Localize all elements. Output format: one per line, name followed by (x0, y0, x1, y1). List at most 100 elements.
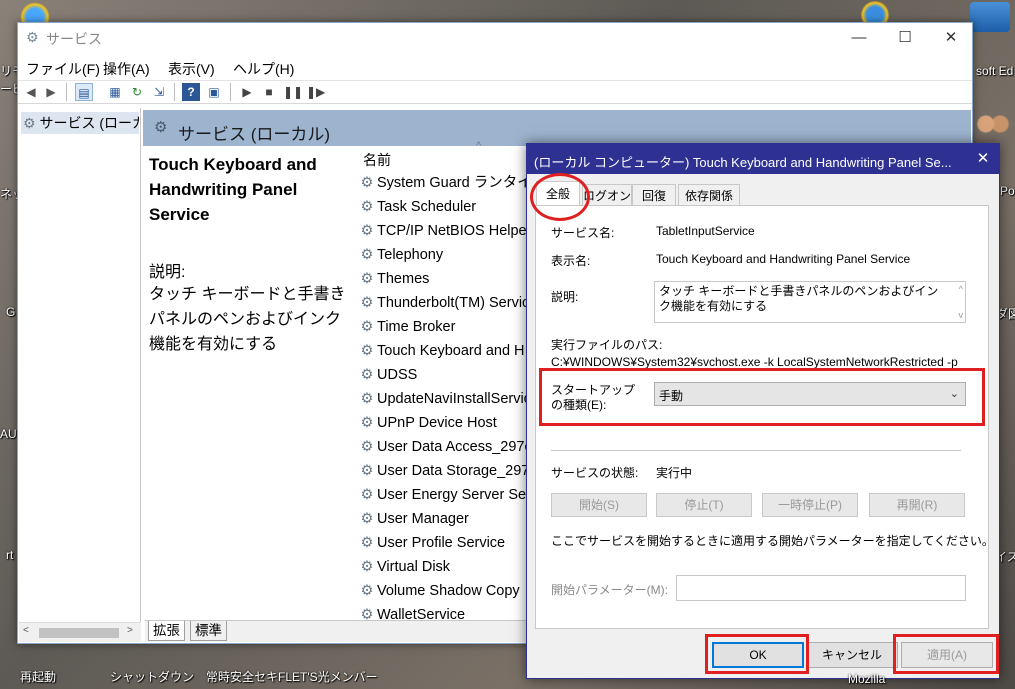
service-name: Virtual Disk (377, 559, 451, 575)
scroll-right-icon[interactable]: > (127, 625, 133, 636)
main-titlebar[interactable] (18, 23, 972, 53)
tab-standard[interactable]: 標準 (190, 621, 227, 641)
services-gear-icon: ⚙ (23, 115, 36, 131)
list-item[interactable]: ⚙ User Profile Service (359, 531, 527, 555)
pause-service-icon[interactable]: ❚❚ (283, 83, 303, 101)
console-tree-icon[interactable]: ▤ (75, 83, 93, 101)
tree-item-services-local[interactable]: ⚙ サービス (ローカル (21, 112, 139, 134)
service-gear-icon: ⚙ (360, 463, 374, 479)
service-gear-icon: ⚙ (360, 295, 374, 311)
forward-arrow-icon[interactable]: ▶ (42, 83, 60, 101)
service-name: System Guard ランタイム (377, 175, 527, 191)
tab-extended[interactable]: 拡張 (148, 621, 185, 641)
service-name: Themes (377, 271, 430, 287)
start-params-label: 開始パラメーター(M): (551, 583, 668, 597)
service-gear-icon: ⚙ (360, 415, 374, 431)
start-service-icon[interactable]: ▶ (238, 83, 256, 101)
sort-ascending-icon: ^ (476, 140, 482, 152)
annotation-rect-apply (893, 634, 999, 674)
service-name: User Data Storage_297c (377, 463, 527, 479)
resume-button[interactable]: 再開(R) (869, 493, 965, 517)
service-gear-icon: ⚙ (360, 367, 374, 383)
menu-view[interactable]: 表示(V) (168, 59, 215, 79)
list-item[interactable]: ⚙ Touch Keyboard and H (359, 339, 527, 363)
network-icon[interactable] (970, 2, 1010, 32)
taskbar-item-flets[interactable]: FLET'S光メンバー (278, 668, 378, 685)
tab-dependencies[interactable]: 依存関係 (678, 184, 740, 206)
list-item[interactable]: ⚙ Themes (359, 267, 527, 291)
desktop-label: rt (6, 548, 14, 562)
list-item[interactable]: ⚙ Time Broker (359, 315, 527, 339)
column-header-name[interactable]: 名前 (363, 150, 391, 170)
service-name: UPnP Device Host (377, 415, 497, 431)
list-item[interactable]: ⚙ User Energy Server Ser (359, 483, 528, 507)
taskbar-item-security[interactable]: 常時安全セキ (206, 668, 278, 685)
list-item[interactable]: ⚙ UpdateNaviInstallService (359, 387, 528, 411)
service-name: Touch Keyboard and H (377, 343, 525, 359)
properties-icon[interactable]: ▦ (106, 83, 124, 101)
refresh-icon[interactable]: ↻ (128, 83, 146, 101)
list-item[interactable]: ⚙ Task Scheduler (359, 195, 527, 219)
taskbar-item-restart[interactable]: 再起動 (20, 668, 56, 685)
close-button[interactable]: ✕ (928, 23, 974, 53)
list-item[interactable]: ⚙ Telephony (359, 243, 527, 267)
taskbar-item-mozilla[interactable]: Mozilla (848, 672, 885, 686)
window-title: サービス (46, 31, 102, 47)
list-item[interactable]: ⚙ Thunderbolt(TM) Service (359, 291, 528, 315)
list-item[interactable]: ⚙ User Manager (359, 507, 527, 531)
tree-horizontal-scrollbar[interactable]: < > (19, 622, 141, 642)
list-item[interactable]: ⚙ UDSS (359, 363, 527, 387)
list-item[interactable]: ⚙System Guard ランタイム (359, 171, 528, 195)
service-name: TCP/IP NetBIOS Helper (377, 223, 527, 239)
export-icon[interactable]: ⇲ (150, 83, 168, 101)
menu-file[interactable]: ファイル(F) (26, 59, 100, 79)
service-gear-icon: ⚙ (360, 343, 374, 359)
scroll-down-icon[interactable]: v (959, 310, 964, 320)
dialog-close-button[interactable]: ✕ (968, 144, 998, 174)
service-name-label: サービス名: (551, 226, 615, 240)
pause-button[interactable]: 一時停止(P) (762, 493, 858, 517)
service-name: User Energy Server Ser (377, 487, 527, 503)
list-item[interactable]: ⚙ UPnP Device Host (359, 411, 527, 435)
list-item[interactable]: ⚙ TCP/IP NetBIOS Helper (359, 219, 528, 243)
description-field[interactable]: タッチ キーボードと手書きパネルのペンおよびインク機能を有効にする ^ v (654, 281, 966, 323)
show-hide-icon[interactable]: ▣ (205, 83, 223, 101)
toolbar-separator (66, 83, 67, 101)
stop-service-icon[interactable]: ■ (260, 83, 278, 101)
content-header-title: サービス (ローカル) (178, 125, 331, 144)
tab-recovery[interactable]: 回復 (632, 184, 676, 206)
help-icon[interactable]: ? (182, 83, 200, 101)
cancel-button[interactable]: キャンセル (806, 642, 898, 668)
service-name: UDSS (377, 367, 418, 383)
taskbar-item-shutdown[interactable]: シャットダウン (110, 668, 194, 685)
list-item[interactable]: ⚙ Volume Shadow Copy (359, 579, 527, 603)
service-gear-icon: ⚙ (360, 199, 374, 215)
service-name: Thunderbolt(TM) Service (377, 295, 527, 311)
service-gear-icon: ⚙ (360, 391, 374, 407)
service-gear-icon: ⚙ (360, 559, 374, 575)
start-params-input[interactable] (676, 575, 966, 601)
menu-action[interactable]: 操作(A) (103, 59, 150, 79)
service-gear-icon: ⚙ (360, 439, 374, 455)
restart-service-icon[interactable]: ❚▶ (306, 83, 325, 101)
minimize-button[interactable]: — (836, 23, 882, 53)
scroll-left-icon[interactable]: < (23, 625, 29, 636)
stop-button[interactable]: 停止(T) (656, 493, 752, 517)
list-item[interactable]: ⚙ User Data Storage_297c (359, 459, 528, 483)
list-item[interactable]: ⚙ User Data Access_297c (359, 435, 528, 459)
service-name: User Data Access_297c (377, 439, 527, 455)
scroll-up-icon[interactable]: ^ (959, 284, 963, 294)
start-button[interactable]: 開始(S) (551, 493, 647, 517)
service-name: Task Scheduler (377, 199, 477, 215)
list-item[interactable]: ⚙ Virtual Disk (359, 555, 527, 579)
menu-help[interactable]: ヘルプ(H) (233, 59, 294, 79)
path-value: C:¥WINDOWS¥System32¥svchost.exe -k Local… (551, 355, 958, 369)
users-icon[interactable] (975, 112, 1011, 142)
annotation-rect-ok (705, 634, 809, 674)
desktop-label: G (6, 305, 16, 319)
back-arrow-icon[interactable]: ◀ (22, 83, 40, 101)
maximize-button[interactable]: ☐ (882, 23, 928, 53)
service-gear-icon: ⚙ (360, 223, 374, 239)
scroll-thumb[interactable] (39, 628, 119, 638)
service-gear-icon: ⚙ (360, 271, 374, 287)
